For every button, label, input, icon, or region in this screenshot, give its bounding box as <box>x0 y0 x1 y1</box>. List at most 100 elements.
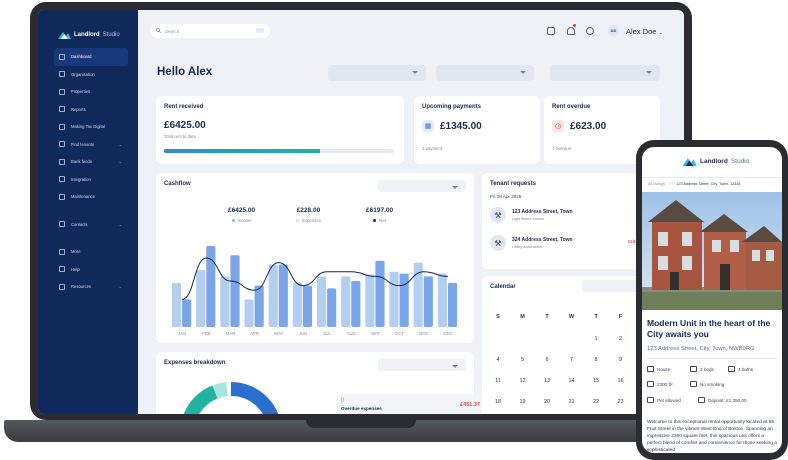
bar-income-dec[interactable] <box>447 282 458 327</box>
bed-icon <box>690 366 697 372</box>
nav-icon <box>59 158 65 165</box>
bar-expenses-jul[interactable] <box>316 276 327 327</box>
bar-income-mar[interactable] <box>230 255 240 327</box>
request-address: 324 Address Street, Town <box>512 237 573 243</box>
calendar-day[interactable]: 4 <box>488 357 508 363</box>
calendar-weekday: T <box>545 314 549 320</box>
calendar-day[interactable]: 22 <box>586 399 606 405</box>
filter-dropdown-1[interactable] <box>328 65 426 81</box>
sidebar-item-reports[interactable]: Reports <box>54 101 128 119</box>
calendar-day[interactable]: 12 <box>513 378 533 384</box>
bell-icon[interactable] <box>567 27 575 35</box>
nav-divider <box>54 233 128 243</box>
phone-brand-name: Landlord <box>700 157 728 165</box>
notification-dot <box>573 24 576 27</box>
bar-expenses-may[interactable] <box>268 264 278 327</box>
calendar-weekday: M <box>520 314 525 320</box>
calendar-day[interactable]: 20 <box>537 399 557 405</box>
calendar-weekday: W <box>568 314 575 320</box>
calendar-day[interactable]: 8 <box>586 357 606 363</box>
calendar-icon[interactable] <box>547 27 555 35</box>
property-photo[interactable] <box>642 192 782 310</box>
user-name[interactable]: Alex Doe ⌄ <box>626 27 663 36</box>
sidebar-item-making-tax-digital[interactable]: Making Tax Digital <box>54 118 128 136</box>
sidebar-item-bank-feeds[interactable]: Bank feeds ⌄ <box>54 153 128 171</box>
calendar-weekday: F <box>618 314 623 320</box>
bar-expenses-mar[interactable] <box>220 276 230 327</box>
calendar-day[interactable]: 1 <box>586 336 606 342</box>
calendar-day[interactable]: 5 <box>513 357 533 363</box>
sidebar-item-resources[interactable]: Resources ⌄ <box>54 278 128 296</box>
sidebar-item-help[interactable]: Help <box>54 261 128 279</box>
bar-income-sep[interactable] <box>375 260 385 327</box>
calendar-day[interactable]: 13 <box>537 378 557 384</box>
bar-expenses-apr[interactable] <box>244 299 254 327</box>
bar-income-oct[interactable] <box>399 273 409 327</box>
bar-income-apr[interactable] <box>254 285 264 327</box>
alarm-icon: ◷ <box>552 120 564 132</box>
overdue-expenses-box[interactable]: ▯ Overdue expenses £451.37 <box>336 394 486 414</box>
breadcrumb: All listings › 123 Address Street, City,… <box>648 182 741 186</box>
lightbulb-icon[interactable] <box>586 27 594 35</box>
calendar-day[interactable]: 7 <box>562 357 582 363</box>
bar-income-may[interactable] <box>278 264 288 327</box>
sidebar-item-integration[interactable]: Integration <box>54 171 128 189</box>
sidebar-item-find-tenants[interactable]: Find tenants ⌄ <box>54 136 128 154</box>
filter-dropdown-2[interactable] <box>436 65 534 81</box>
calendar-day[interactable]: 9 <box>611 357 631 363</box>
donut-segment-3 <box>230 382 279 414</box>
chevron-down-icon: ⌄ <box>118 141 122 147</box>
sidebar-item-dashboard[interactable]: Dashboard <box>54 48 128 66</box>
breadcrumb-separator: › <box>669 182 672 186</box>
search-input[interactable]: Search <box>150 24 270 38</box>
bar-expenses-sep[interactable] <box>365 274 375 327</box>
bar-income-aug[interactable] <box>351 281 361 327</box>
bar-expenses-oct[interactable] <box>389 271 399 327</box>
area-icon <box>647 381 654 387</box>
bar-income-jan[interactable] <box>182 299 192 327</box>
bar-expenses-jun[interactable] <box>292 282 302 327</box>
calendar-day[interactable]: 16 <box>611 378 631 384</box>
calendar-day[interactable]: 19 <box>513 399 533 405</box>
brand-name: Landlord <box>74 31 100 38</box>
sidebar-item-contacts[interactable]: Contacts ⌄ <box>54 216 128 234</box>
breadcrumb-root[interactable]: All listings <box>648 182 665 186</box>
topbar: Search AD Alex Doe ⌄ <box>138 10 684 52</box>
sidebar-item-organisation[interactable]: Organisation <box>54 66 128 84</box>
calendar-day[interactable]: 15 <box>586 378 606 384</box>
brand-logo[interactable]: Landlord Studio <box>58 30 120 39</box>
bath-icon <box>728 366 735 372</box>
nav-icon <box>59 266 65 273</box>
wrench-icon: ⚒ <box>490 207 506 223</box>
sidebar-item-more[interactable]: More <box>54 243 128 261</box>
listing-description: Welcome to this exceptional rental oppor… <box>647 420 777 453</box>
x-tick-label: AUG <box>347 331 357 336</box>
calendar-day[interactable]: 23 <box>611 399 631 405</box>
calendar-day[interactable]: 21 <box>562 399 582 405</box>
expenses-period-dropdown[interactable] <box>378 359 466 371</box>
sidebar-item-properties[interactable]: Properties <box>54 83 128 101</box>
feature-pets: Pet allowed <box>647 397 681 403</box>
phone-brand-logo[interactable]: Landlord Studio <box>682 156 749 166</box>
calendar-day[interactable]: 11 <box>488 378 508 384</box>
calendar-day[interactable]: 14 <box>562 378 582 384</box>
bar-expenses-dec[interactable] <box>437 273 447 327</box>
calendar-day[interactable]: 2 <box>611 336 631 342</box>
x-tick-label: MAR <box>226 331 236 336</box>
bar-income-jul[interactable] <box>327 288 337 327</box>
bar-income-nov[interactable] <box>423 276 433 327</box>
bar-income-jun[interactable] <box>302 285 313 327</box>
bar-expenses-aug[interactable] <box>341 276 351 327</box>
filter-dropdown-3[interactable] <box>550 65 660 81</box>
bar-expenses-feb[interactable] <box>196 269 206 327</box>
rent-progress-fill <box>164 149 321 153</box>
card-title: Expenses breakdown <box>164 360 226 366</box>
bar-expenses-jan[interactable] <box>171 282 182 327</box>
list-item[interactable]: ⚒ 123 Address Street, Town Light fixture… <box>490 207 630 229</box>
avatar[interactable]: AD <box>608 25 619 36</box>
calendar-day[interactable]: 18 <box>488 399 508 405</box>
list-item[interactable]: ⚒ 324 Address Street, Town Leaky dishwas… <box>490 235 635 257</box>
calendar-day[interactable]: 6 <box>537 357 557 363</box>
house-icon <box>647 366 654 372</box>
sidebar-item-maintenance[interactable]: Maintenance <box>54 188 128 206</box>
